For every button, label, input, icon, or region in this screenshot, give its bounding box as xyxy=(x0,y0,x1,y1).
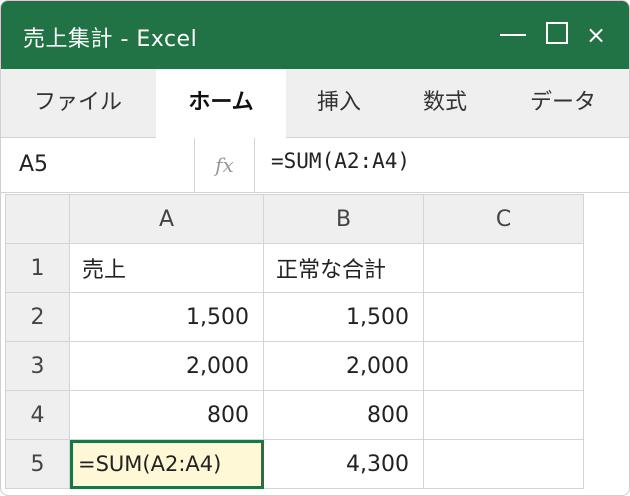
close-button[interactable]: × xyxy=(579,1,613,69)
cell-c5[interactable] xyxy=(423,439,584,489)
row-header-4[interactable]: 4 xyxy=(5,390,70,440)
tab-formulas[interactable]: 数式 xyxy=(392,69,498,137)
tab-home[interactable]: ホーム xyxy=(156,69,286,138)
cell-b2[interactable]: 1,500 xyxy=(263,292,424,342)
cell-c1[interactable] xyxy=(423,243,584,293)
column-header-a[interactable]: A xyxy=(69,194,264,244)
row-header-5[interactable]: 5 xyxy=(5,439,70,489)
cell-a2[interactable]: 1,500 xyxy=(69,292,264,342)
cell-a3[interactable]: 2,000 xyxy=(69,341,264,391)
formula-input[interactable]: =SUM(A2:A4) xyxy=(271,138,410,192)
title-bar: 売上集計 - Excel × xyxy=(1,1,629,69)
tab-file[interactable]: ファイル xyxy=(1,69,155,137)
cell-c4[interactable] xyxy=(423,390,584,440)
window-title: 売上集計 - Excel xyxy=(23,27,198,52)
maximize-icon xyxy=(546,22,568,44)
minimize-icon xyxy=(500,34,526,36)
cell-b4[interactable]: 800 xyxy=(263,390,424,440)
cell-b5[interactable]: 4,300 xyxy=(263,439,424,489)
ribbon-tabs: ファイル ホーム 挿入 数式 データ xyxy=(1,69,629,138)
cell-b3[interactable]: 2,000 xyxy=(263,341,424,391)
cell-a5-selected[interactable]: =SUM(A2:A4) xyxy=(69,439,264,489)
row-header-2[interactable]: 2 xyxy=(5,292,70,342)
cell-a1[interactable]: 売上 xyxy=(69,243,264,293)
tab-data[interactable]: データ xyxy=(498,69,628,137)
cell-a4[interactable]: 800 xyxy=(69,390,264,440)
tab-insert[interactable]: 挿入 xyxy=(286,69,392,137)
minimize-button[interactable] xyxy=(493,1,533,69)
cell-b1[interactable]: 正常な合計 xyxy=(263,243,424,293)
excel-window: 売上集計 - Excel × ファイル ホーム 挿入 数式 データ A5 fx … xyxy=(0,0,630,496)
close-icon: × xyxy=(585,21,607,49)
column-header-b[interactable]: B xyxy=(263,194,424,244)
spreadsheet-grid: A B C 1 売上 正常な合計 2 1,500 1,500 3 2,000 2… xyxy=(5,194,584,489)
row-header-3[interactable]: 3 xyxy=(5,341,70,391)
cell-c3[interactable] xyxy=(423,341,584,391)
name-box[interactable]: A5 xyxy=(1,138,195,192)
row-header-1[interactable]: 1 xyxy=(5,243,70,293)
cell-c2[interactable] xyxy=(423,292,584,342)
column-header-c[interactable]: C xyxy=(423,194,584,244)
formula-bar: A5 fx =SUM(A2:A4) xyxy=(1,138,629,193)
select-all-corner[interactable] xyxy=(5,194,70,244)
fx-icon[interactable]: fx xyxy=(195,138,255,192)
maximize-button[interactable] xyxy=(539,1,575,69)
